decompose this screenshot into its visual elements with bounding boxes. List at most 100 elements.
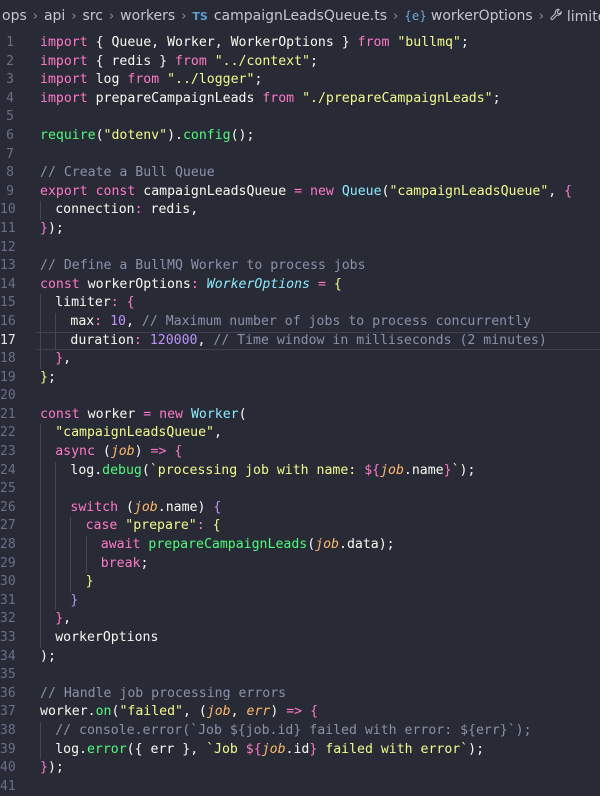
token-punc: ) xyxy=(270,704,287,720)
token-punc: ); xyxy=(47,760,64,776)
token-brk2: } xyxy=(70,592,79,608)
code-line[interactable]: 4 import prepareCampaignLeads from "./pre… xyxy=(0,90,600,109)
token-cls: Queue xyxy=(341,183,382,199)
code-line[interactable]: 36 // Handle job processing errors xyxy=(0,685,600,704)
code-line[interactable]: 9 export const campaignLeadsQueue = new Q… xyxy=(0,183,600,202)
indent-guide xyxy=(40,480,55,499)
token-str: `Job xyxy=(206,741,246,757)
token-str: "dotenv" xyxy=(103,127,168,143)
code-line[interactable]: 13 // Define a BullMQ Worker to process j… xyxy=(0,257,600,276)
token-cls: Worker xyxy=(190,406,239,422)
code-line[interactable]: 21 const worker = new Worker( xyxy=(0,406,600,425)
indent-guide xyxy=(85,554,101,574)
code-line[interactable]: 25 xyxy=(0,480,600,499)
breadcrumb-item-property[interactable]: limiter xyxy=(550,8,600,25)
code-line[interactable]: 29 break; xyxy=(0,554,600,574)
code-line[interactable]: 32}, xyxy=(0,610,600,629)
line-number: 25 xyxy=(0,481,16,497)
token-punc: ( xyxy=(118,499,134,515)
code-text: require("dotenv").config(); xyxy=(40,127,254,146)
code-line[interactable]: 10 connection: redis, xyxy=(0,201,600,220)
token-punc: ; xyxy=(310,53,318,69)
token-punc: } xyxy=(333,35,358,50)
token-brk: { xyxy=(126,295,135,311)
code-line[interactable]: 35 xyxy=(0,666,600,685)
chevron-right-icon: › xyxy=(393,8,399,24)
code-line[interactable]: 3 import log from "../logger"; xyxy=(0,71,600,90)
line-number: 38 xyxy=(0,722,16,738)
breadcrumb-item-folder[interactable]: src xyxy=(83,8,103,24)
code-line[interactable]: 7 xyxy=(0,146,600,165)
token-punc xyxy=(199,277,207,292)
line-number: 30 xyxy=(0,574,16,590)
code-line[interactable]: 8 // Create a Bull Queue xyxy=(0,164,600,183)
code-text: export const campaignLeadsQueue = new Qu… xyxy=(40,183,572,202)
line-number: 1 xyxy=(6,35,14,50)
token-punc xyxy=(207,54,215,69)
code-line[interactable]: 24 log.debug(`processing job with name: $… xyxy=(0,461,600,481)
code-line[interactable]: 15 limiter: { xyxy=(0,294,600,313)
code-line[interactable]: 20 xyxy=(0,387,600,406)
code-line[interactable]: 5 xyxy=(0,108,600,127)
token-punc xyxy=(119,295,127,310)
indent-guide xyxy=(55,573,70,592)
code-line[interactable]: 30} xyxy=(0,573,600,592)
code-line[interactable]: 27 case "prepare": { xyxy=(0,517,600,536)
code-line[interactable]: 28 await prepareCampaignLeads(job.data); xyxy=(0,536,600,555)
token-punc xyxy=(142,333,150,348)
code-line[interactable]: 16 max: 10, // Maximum number of jobs to … xyxy=(0,312,600,332)
code-line[interactable]: 11}); xyxy=(0,220,600,239)
code-line[interactable]: 34); xyxy=(0,648,600,667)
code-line[interactable]: 39 log.error({ err }, `Job ${job.id} fail… xyxy=(0,740,600,760)
line-number: 34 xyxy=(0,648,16,664)
token-punc xyxy=(159,72,167,87)
code-line[interactable]: 23 async (job) => { xyxy=(0,443,600,462)
code-editor[interactable]: 1 import { Queue, Worker, WorkerOptions }… xyxy=(0,34,600,796)
code-line[interactable]: 18}, xyxy=(0,350,600,369)
code-text: }); xyxy=(40,759,64,778)
code-line[interactable]: 33 workerOptions xyxy=(0,629,600,648)
code-line[interactable]: 37 worker.on("failed", (job, err) => { xyxy=(0,703,600,722)
code-line[interactable]: 2 import { redis } from "../context"; xyxy=(0,53,600,72)
token-com: // Maximum number of jobs to process con… xyxy=(141,313,531,329)
code-line[interactable]: 31} xyxy=(0,591,600,611)
code-line[interactable]: 26 switch (job.name) { xyxy=(0,498,600,518)
token-par: job xyxy=(206,704,231,720)
code-line[interactable]: 41 xyxy=(0,778,600,796)
code-text: limiter: { xyxy=(40,294,135,313)
chevron-right-icon: › xyxy=(71,8,77,24)
code-line[interactable]: 38 // console.error(`Job ${job.id} failed… xyxy=(0,721,600,741)
breadcrumb-item-symbol[interactable]: {e} workerOptions xyxy=(404,8,532,24)
token-str: "../context" xyxy=(214,53,310,69)
token-punc: ; xyxy=(140,555,149,571)
code-line[interactable]: 1 import { Queue, Worker, WorkerOptions }… xyxy=(0,34,600,53)
breadcrumb-item-folder[interactable]: ops xyxy=(2,8,27,24)
line-number: 40 xyxy=(0,760,16,776)
code-line[interactable]: 19}; xyxy=(0,369,600,388)
line-number: 22 xyxy=(0,425,16,441)
token-var: Worker xyxy=(167,35,215,50)
token-kw: import xyxy=(40,35,88,50)
token-punc: ; xyxy=(492,90,501,106)
line-number: 14 xyxy=(0,276,16,292)
code-line[interactable]: 22 "campaignLeadsQueue", xyxy=(0,424,600,443)
code-line[interactable]: 40}); xyxy=(0,759,600,778)
indent-guide xyxy=(55,312,70,332)
line-number: 7 xyxy=(6,146,14,162)
token-var: redis xyxy=(111,53,152,69)
code-line[interactable]: 6 require("dotenv").config(); xyxy=(0,127,600,146)
line-number: 20 xyxy=(0,388,16,404)
token-punc: , xyxy=(214,35,231,50)
breadcrumb-item-folder[interactable]: workers xyxy=(120,8,175,24)
line-number: 27 xyxy=(0,518,16,534)
code-line[interactable]: 14 const workerOptions: WorkerOptions = { xyxy=(0,276,600,295)
code-text: import { Queue, Worker, WorkerOptions } … xyxy=(40,34,469,53)
breadcrumb-item-file[interactable]: TS campaignLeadsQueue.ts xyxy=(192,8,387,24)
token-par: job xyxy=(133,499,158,515)
token-punc: , xyxy=(151,35,168,50)
code-line[interactable]: 12 xyxy=(0,239,600,258)
token-punc xyxy=(310,277,318,292)
code-line[interactable]: 17 duration: 120000, // Time window in mi… xyxy=(0,331,600,351)
wrench-icon xyxy=(550,8,563,21)
breadcrumb-item-folder[interactable]: api xyxy=(44,8,65,24)
